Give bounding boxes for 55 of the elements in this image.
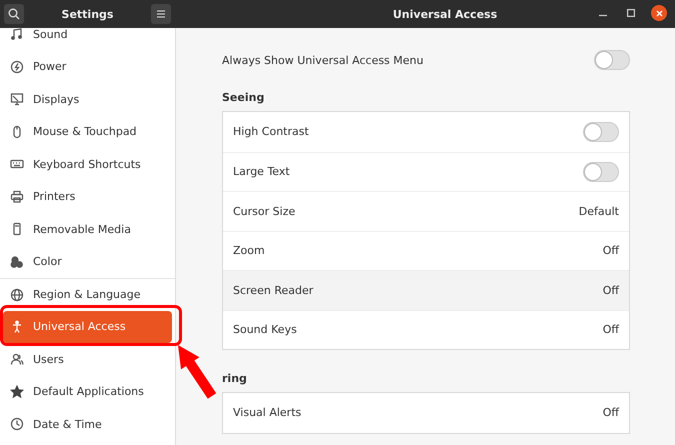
sidebar-title: Settings	[62, 8, 114, 20]
sidebar-item[interactable]: Mouse & Touchpad	[0, 116, 175, 148]
setting-value: Off	[602, 284, 619, 297]
setting-value: Off	[602, 406, 619, 420]
search-icon	[8, 8, 20, 20]
sidebar-item[interactable]: Date & Time	[0, 408, 175, 440]
setting-value: Off	[602, 244, 619, 258]
setting-label: Always Show Universal Access Menu	[222, 54, 424, 66]
setting-label: Zoom	[233, 244, 265, 258]
sidebar-item[interactable]: Removable Media	[0, 213, 175, 246]
settings-row[interactable]: Large Text	[223, 152, 629, 191]
users-icon	[10, 352, 24, 366]
sidebar-item[interactable]: Power	[0, 50, 175, 83]
star-icon	[10, 384, 24, 399]
sidebar-item[interactable]: Displays	[0, 83, 175, 116]
sidebar-item[interactable]: Default Applications	[0, 376, 175, 408]
globe-icon	[10, 288, 24, 302]
toggle-switch[interactable]	[583, 122, 619, 142]
sidebar-item[interactable]: Keyboard Shortcuts	[0, 148, 175, 180]
toggle-switch[interactable]	[594, 50, 630, 70]
close-button[interactable]	[651, 5, 667, 21]
settings-row[interactable]: Visual Alerts Off	[223, 393, 629, 432]
setting-label: Screen Reader	[233, 284, 314, 297]
menu-icon	[156, 9, 166, 19]
power-icon	[10, 60, 24, 74]
search-button[interactable]	[4, 4, 24, 24]
clock-icon	[10, 417, 24, 432]
music-note-icon	[10, 28, 24, 42]
sidebar-item[interactable]: Printers	[0, 180, 175, 213]
sidebar-item[interactable]: Users	[0, 343, 175, 376]
maximize-icon	[627, 9, 635, 17]
setting-label: High Contrast	[233, 125, 309, 138]
toggle-switch[interactable]	[583, 162, 619, 182]
close-icon	[656, 10, 662, 16]
sidebar-item[interactable]: Universal Access	[3, 310, 172, 343]
settings-row[interactable]: Sound Keys Off	[223, 310, 629, 349]
setting-label: Large Text	[233, 165, 290, 178]
settings-row[interactable]: Screen Reader Off	[223, 270, 629, 310]
display-icon	[10, 92, 24, 106]
setting-label: Cursor Size	[233, 204, 296, 218]
window-title: Universal Access	[392, 8, 498, 20]
setting-label: Sound Keys	[233, 323, 297, 336]
setting-value: Off	[602, 323, 619, 336]
sidebar-item[interactable]: Sound	[0, 28, 175, 50]
settings-row[interactable]: High Contrast	[223, 112, 629, 152]
menu-button[interactable]	[151, 4, 171, 24]
section-heading: Seeing	[222, 91, 266, 104]
section-heading: ring	[222, 372, 248, 385]
settings-row[interactable]: Cursor Size Default	[223, 191, 629, 230]
person-icon	[10, 320, 24, 334]
printer-icon	[10, 190, 24, 204]
sidebar-item[interactable]: Color	[0, 246, 175, 278]
palette-icon	[10, 254, 24, 269]
setting-label: Visual Alerts	[233, 406, 302, 420]
setting-value: Default	[578, 204, 619, 218]
